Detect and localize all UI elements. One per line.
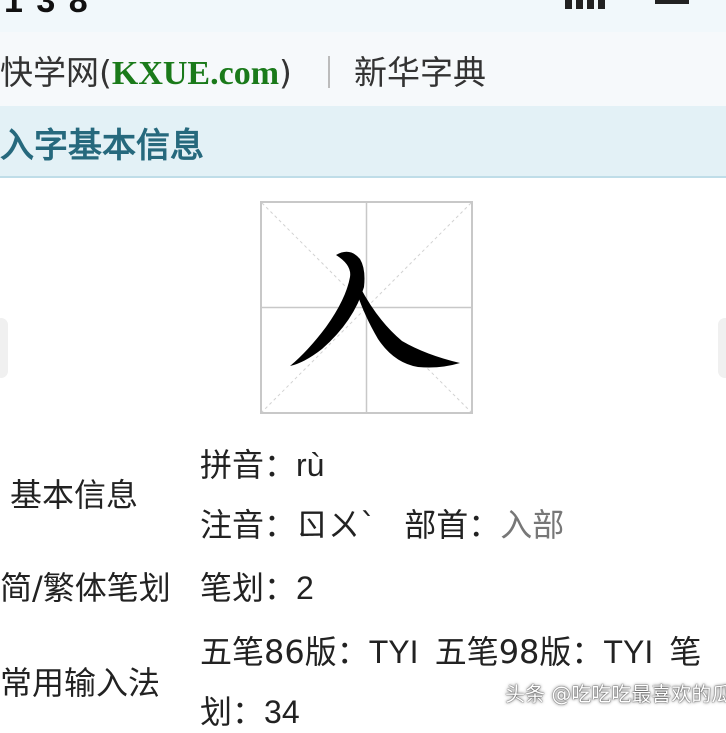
bihua-key-end: 划： [200, 693, 265, 731]
section-header: 入字基本信息 [0, 106, 726, 178]
prev-arrow-icon[interactable] [0, 318, 8, 378]
strokes-key: 笔划： [200, 569, 297, 607]
character-grid [260, 201, 473, 414]
zhuyin-row: 注音：ㄖㄨˋ 部首：入部 [200, 500, 564, 546]
site-brand-link[interactable]: 快学网(KXUE.com) [0, 46, 292, 94]
section-title: 入字基本信息 [0, 126, 204, 166]
signal-icon [565, 0, 625, 9]
input-method-label: 常用输入法 [0, 664, 161, 702]
status-bar: 1 3 8 [0, 0, 726, 32]
basic-info-label: 基本信息 [10, 476, 139, 514]
dictionary-link[interactable]: 新华字典 [354, 46, 486, 94]
pinyin-row: 拼音：rù [200, 440, 324, 486]
input-method-row: 五笔86版：TYI 五笔98版：TYI 笔 [200, 627, 701, 673]
character-glyph-icon [262, 203, 471, 412]
site-header: 快学网(KXUE.com) 新华字典 [0, 32, 726, 107]
site-name: 快学网( [0, 53, 112, 92]
zhuyin-value: ㄖㄨˋ [296, 506, 377, 544]
next-arrow-icon[interactable] [718, 318, 726, 378]
site-name-suffix: ) [279, 53, 292, 92]
site-domain: KXUE.com [111, 55, 280, 92]
pinyin-key: 拼音： [200, 446, 297, 484]
status-time: 1 3 8 [4, 0, 90, 20]
zhuyin-key: 注音： [200, 506, 297, 544]
wubi86-key: 五笔86版： [200, 633, 369, 671]
header-divider [328, 56, 330, 88]
strokes-label: 简/繁体笔划 [0, 569, 171, 607]
pinyin-value: rù [296, 447, 325, 483]
radical-value[interactable]: 入部 [500, 506, 564, 544]
strokes-row: 笔划：2 [200, 563, 314, 609]
radical-key: 部首： [404, 506, 501, 544]
wubi86-value: TYI [368, 634, 419, 670]
strokes-value: 2 [296, 570, 314, 606]
wubi98-key: 五笔98版： [434, 633, 604, 671]
bihua-key-start: 笔 [669, 633, 702, 671]
wubi98-value: TYI [603, 634, 654, 670]
watermark: 头条 @吃吃吃最喜欢的瓜 [505, 682, 726, 706]
bihua-row: 划：34 [200, 687, 300, 733]
battery-icon [655, 0, 689, 4]
bihua-value: 34 [264, 694, 300, 730]
